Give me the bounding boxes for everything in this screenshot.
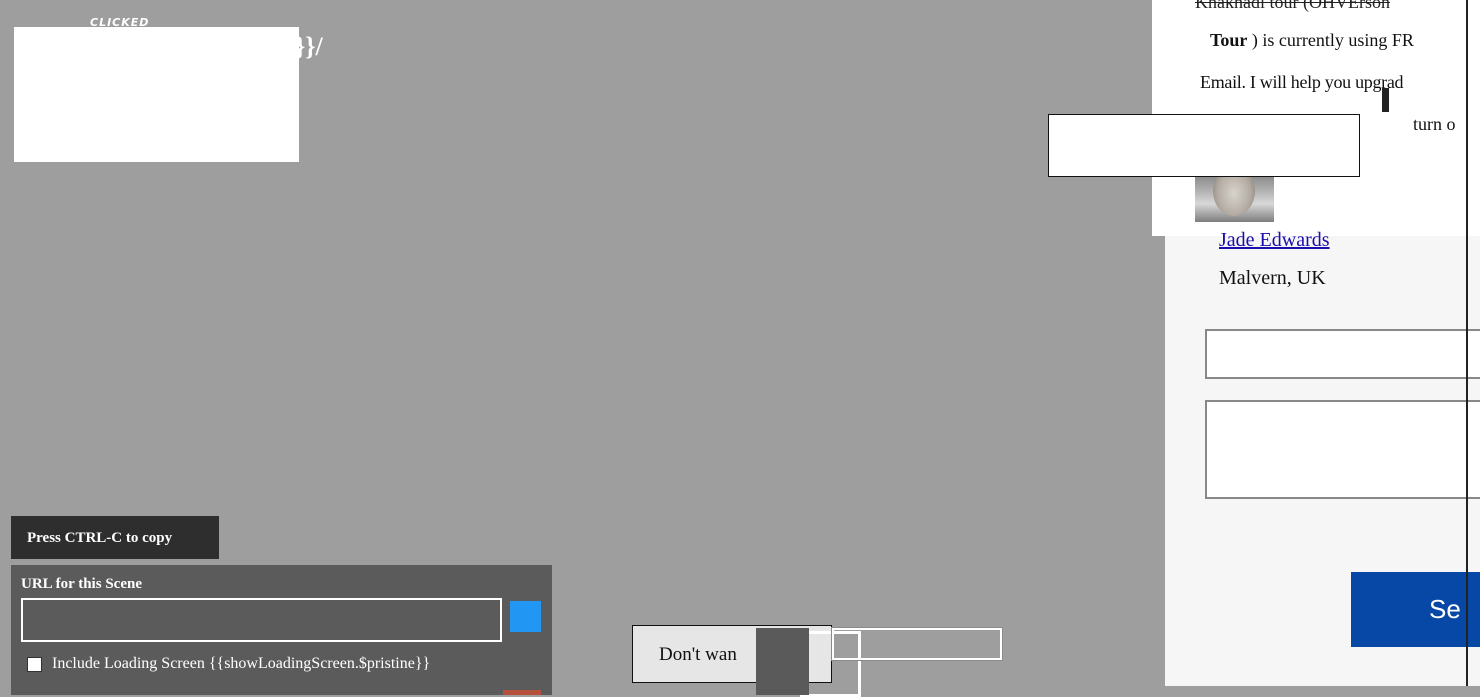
red-button-edge[interactable] xyxy=(503,690,541,695)
tour-status: ) is currently using FR xyxy=(1251,30,1414,50)
tour-label: Tour xyxy=(1210,30,1248,50)
copy-icon[interactable] xyxy=(510,601,541,632)
panel-edge xyxy=(1466,0,1468,686)
avatar-face xyxy=(1213,176,1255,216)
outlined-box xyxy=(831,627,1003,661)
panel-text-line-1: Tour ) is currently using FR xyxy=(1210,30,1414,51)
name-input[interactable] xyxy=(1205,329,1480,379)
panel-heading-clipped: Khakhadi tour (OHVErson xyxy=(1195,0,1390,12)
url-input[interactable] xyxy=(21,598,502,642)
url-title: URL for this Scene xyxy=(21,576,142,592)
copy-tooltip: Press CTRL-C to copy xyxy=(11,516,219,559)
message-textarea[interactable] xyxy=(1205,400,1480,499)
template-fragment-2: / xyxy=(292,84,299,109)
template-fragment: }}/ xyxy=(295,32,323,61)
author-name-link[interactable]: Jade Edwards xyxy=(1219,229,1330,252)
text-cursor xyxy=(1382,88,1389,112)
include-loading-checkbox[interactable] xyxy=(27,657,42,672)
panel-text-line-2: Email. I will help you upgrad xyxy=(1200,72,1404,92)
floating-white-box xyxy=(1048,114,1360,177)
author-avatar xyxy=(1195,176,1274,222)
panel-text-line-3: turn o xyxy=(1413,114,1456,134)
send-button[interactable]: Se xyxy=(1351,572,1480,647)
overlay-block xyxy=(756,628,809,695)
blank-overlay-box xyxy=(14,27,299,162)
author-location: Malvern, UK xyxy=(1219,267,1326,289)
include-loading-label: Include Loading Screen {{showLoadingScre… xyxy=(52,655,431,672)
